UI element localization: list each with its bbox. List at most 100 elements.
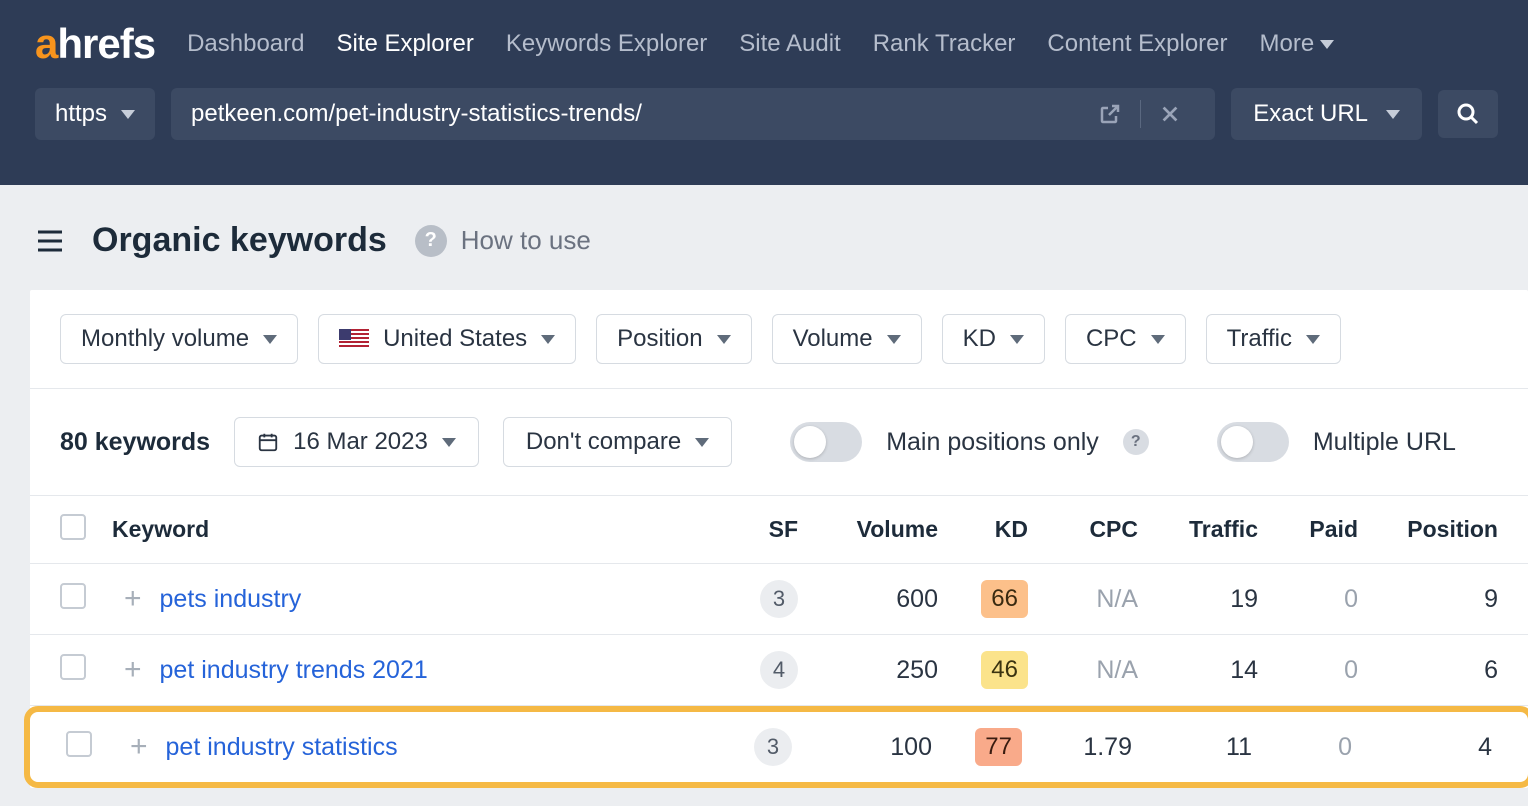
filter-label: United States (383, 325, 527, 353)
url-text: petkeen.com/pet-industry-statistics-tren… (191, 100, 1084, 128)
expand-icon[interactable]: + (124, 582, 142, 616)
how-to-use-button[interactable]: ? How to use (415, 225, 591, 257)
nav-more-label: More (1260, 30, 1315, 58)
results-panel: Monthly volume United States Position Vo… (30, 290, 1528, 788)
keywords-table: Keyword SF Volume KD CPC Traffic Paid Po… (30, 496, 1528, 788)
nav-content-explorer[interactable]: Content Explorer (1047, 30, 1227, 58)
scope-label: Exact URL (1253, 100, 1368, 128)
select-all-checkbox[interactable] (60, 514, 86, 540)
filter-label: Position (617, 325, 702, 353)
caret-down-icon (1386, 110, 1400, 119)
caret-down-icon (695, 438, 709, 447)
how-to-use-label: How to use (461, 225, 591, 256)
url-input-box[interactable]: petkeen.com/pet-industry-statistics-tren… (171, 88, 1215, 140)
sf-badge: 3 (754, 728, 792, 766)
sf-badge: 4 (760, 651, 798, 689)
divider (1140, 100, 1141, 128)
cell-position: 6 (1358, 656, 1498, 685)
nav-rank-tracker[interactable]: Rank Tracker (873, 30, 1016, 58)
filter-kd[interactable]: KD (942, 314, 1045, 364)
cell-paid: 0 (1258, 656, 1358, 685)
scope-select[interactable]: Exact URL (1231, 88, 1422, 140)
col-keyword[interactable]: Keyword (106, 516, 708, 543)
cell-paid: 0 (1252, 733, 1352, 762)
filter-label: Volume (793, 325, 873, 353)
nav-site-audit[interactable]: Site Audit (739, 30, 840, 58)
filter-label: KD (963, 325, 996, 353)
keyword-link[interactable]: pet industry trends 2021 (160, 656, 428, 685)
caret-down-icon (717, 335, 731, 344)
filter-volume[interactable]: Volume (772, 314, 922, 364)
top-bar: ahrefs Dashboard Site Explorer Keywords … (0, 0, 1528, 185)
page-title: Organic keywords (92, 221, 387, 260)
protocol-select[interactable]: https (35, 88, 155, 140)
help-icon[interactable]: ? (1123, 429, 1149, 455)
main-positions-label: Main positions only (886, 428, 1099, 457)
page-header: Organic keywords ? How to use (0, 185, 1528, 290)
close-icon[interactable] (1145, 103, 1195, 125)
cell-position: 9 (1358, 585, 1498, 614)
col-paid[interactable]: Paid (1258, 516, 1358, 543)
table-row: +pet industry trends 2021425046N/A1406 (30, 635, 1528, 706)
keyword-count: 80 keywords (60, 428, 210, 457)
filter-label: Monthly volume (81, 325, 249, 353)
cell-volume: 600 (798, 585, 938, 614)
nav-row: ahrefs Dashboard Site Explorer Keywords … (0, 0, 1528, 78)
col-sf[interactable]: SF (708, 516, 798, 543)
cell-paid: 0 (1258, 585, 1358, 614)
compare-label: Don't compare (526, 428, 681, 456)
table-row: + pet industry statistics 3100 771.791104 (24, 706, 1528, 788)
keyword-link[interactable]: pet industry statistics (166, 733, 398, 762)
keyword-link[interactable]: pets industry (160, 585, 302, 614)
col-volume[interactable]: Volume (798, 516, 938, 543)
table-header: Keyword SF Volume KD CPC Traffic Paid Po… (30, 496, 1528, 564)
cell-traffic: 14 (1138, 656, 1258, 685)
date-picker[interactable]: 16 Mar 2023 (234, 417, 479, 467)
cell-traffic: 11 (1132, 733, 1252, 762)
caret-down-icon (121, 110, 135, 119)
nav-dashboard[interactable]: Dashboard (187, 30, 304, 58)
date-label: 16 Mar 2023 (293, 428, 428, 456)
filter-cpc[interactable]: CPC (1065, 314, 1186, 364)
cell-cpc: N/A (1028, 585, 1138, 614)
caret-down-icon (1320, 40, 1334, 49)
main-positions-toggle[interactable] (790, 422, 862, 462)
cell-cpc: 1.79 (1022, 733, 1132, 762)
filter-monthly-volume[interactable]: Monthly volume (60, 314, 298, 364)
row-checkbox[interactable] (66, 731, 92, 757)
cell-volume: 250 (798, 656, 938, 685)
filter-traffic[interactable]: Traffic (1206, 314, 1341, 364)
cell-position: 4 (1352, 733, 1492, 762)
filter-label: CPC (1086, 325, 1137, 353)
hamburger-icon[interactable] (36, 229, 64, 253)
cell-traffic: 19 (1138, 585, 1258, 614)
nav-site-explorer[interactable]: Site Explorer (336, 30, 473, 58)
col-cpc[interactable]: CPC (1028, 516, 1138, 543)
nav-keywords-explorer[interactable]: Keywords Explorer (506, 30, 707, 58)
filter-position[interactable]: Position (596, 314, 751, 364)
row-checkbox[interactable] (60, 654, 86, 680)
multiple-url-toggle[interactable] (1217, 422, 1289, 462)
help-icon: ? (415, 225, 447, 257)
nav-more[interactable]: More (1260, 30, 1335, 58)
row-checkbox[interactable] (60, 583, 86, 609)
expand-icon[interactable]: + (130, 730, 148, 764)
logo[interactable]: ahrefs (35, 20, 155, 68)
filter-country[interactable]: United States (318, 314, 576, 364)
cell-volume: 100 (792, 733, 932, 762)
caret-down-icon (1306, 335, 1320, 344)
kd-badge: 77 (975, 728, 1022, 766)
protocol-label: https (55, 100, 107, 128)
expand-icon[interactable]: + (124, 653, 142, 687)
compare-select[interactable]: Don't compare (503, 417, 732, 467)
col-kd[interactable]: KD (938, 516, 1028, 543)
filter-label: Traffic (1227, 325, 1292, 353)
logo-a: a (35, 20, 57, 67)
col-position[interactable]: Position (1358, 516, 1498, 543)
search-button[interactable] (1438, 90, 1498, 138)
caret-down-icon (887, 335, 901, 344)
open-external-icon[interactable] (1084, 102, 1136, 126)
col-traffic[interactable]: Traffic (1138, 516, 1258, 543)
table-row: +pets industry360066N/A1909 (30, 564, 1528, 635)
caret-down-icon (442, 438, 456, 447)
